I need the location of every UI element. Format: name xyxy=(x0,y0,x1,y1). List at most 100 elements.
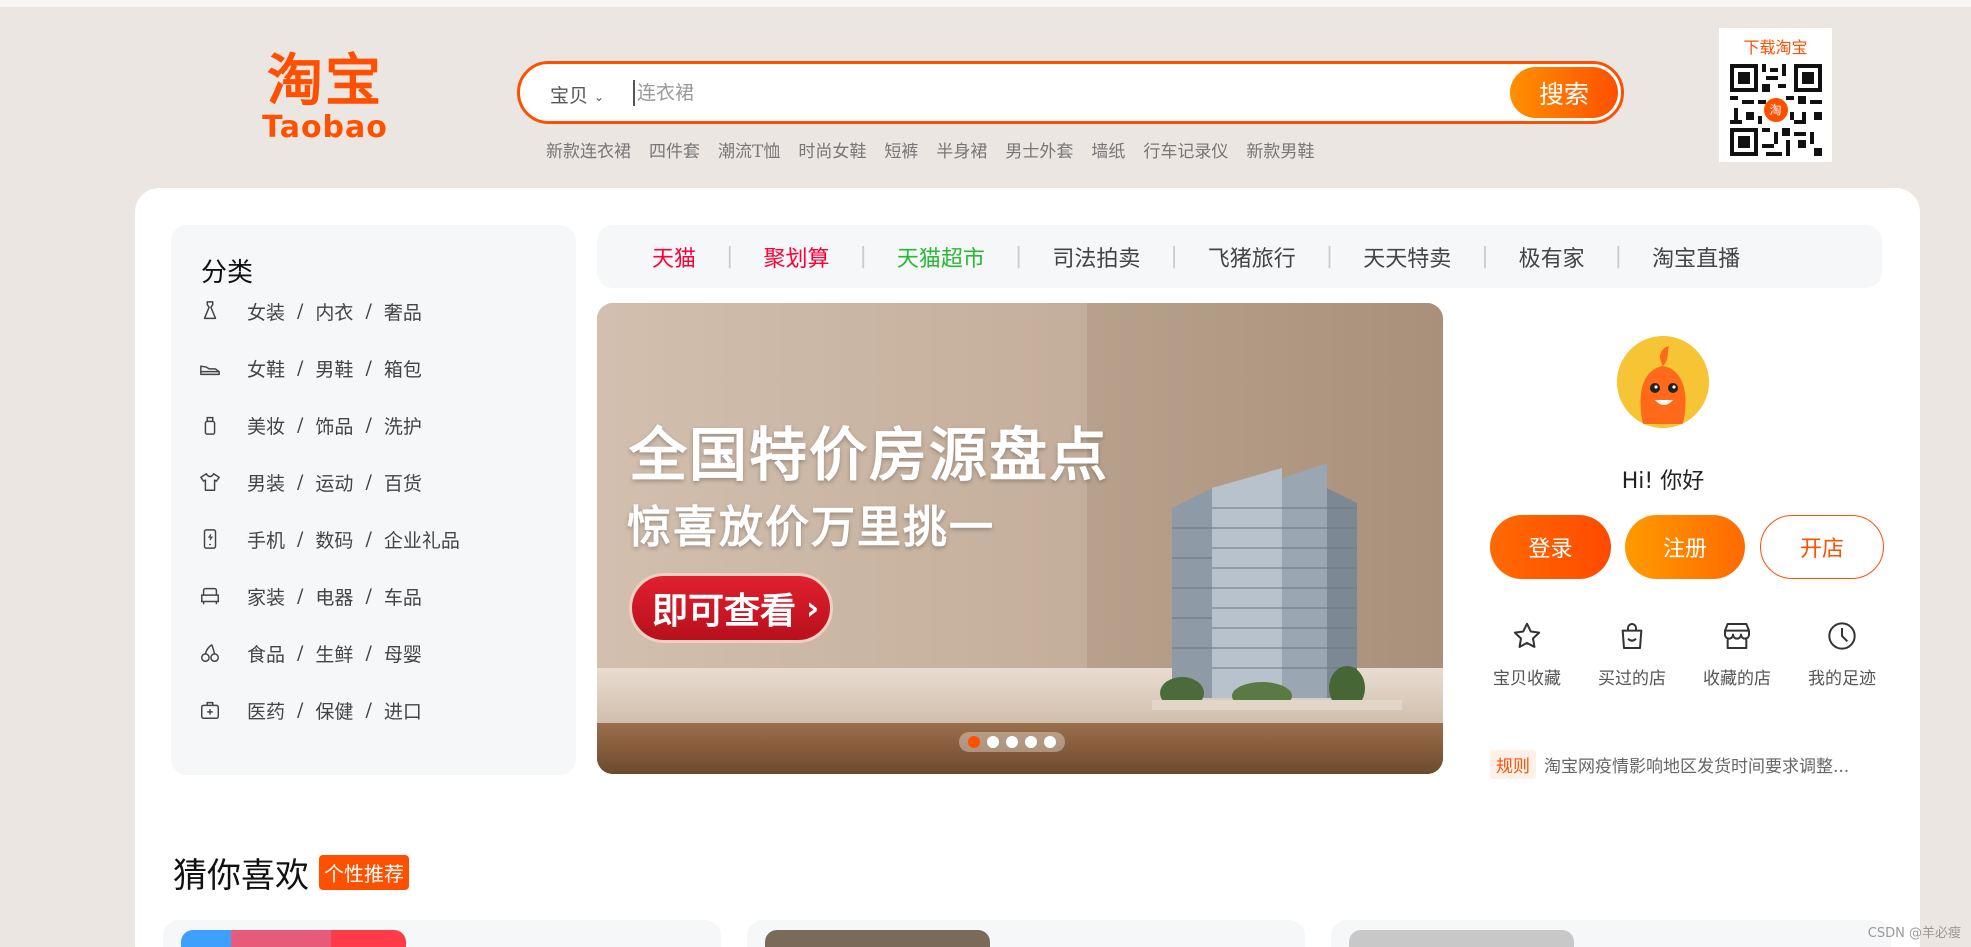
category-link[interactable]: 生鲜 xyxy=(315,640,353,667)
search-category-select[interactable]: 宝贝 ⌄ xyxy=(550,81,604,108)
quick-link-fav-shops[interactable]: 收藏的店 xyxy=(1687,620,1787,689)
banner-subline: 惊喜放价万里挑一 xyxy=(627,502,995,553)
nav-item-fliggy[interactable]: 飞猪旅行 xyxy=(1208,241,1296,273)
carousel-dot[interactable] xyxy=(1024,736,1037,748)
category-link[interactable]: 女鞋 xyxy=(247,355,285,382)
recommend-card[interactable] xyxy=(747,920,1305,947)
category-row: 食品 / 生鲜 / 母婴 xyxy=(199,638,422,668)
text-cursor xyxy=(633,80,635,106)
banner-cta-label: 即可查看 xyxy=(652,591,797,632)
register-button[interactable]: 注册 xyxy=(1625,515,1745,579)
nav-item-judicial-auction[interactable]: 司法拍卖 xyxy=(1052,241,1140,273)
recommend-card[interactable] xyxy=(163,920,721,947)
banner-headline: 全国特价房源盘点 xyxy=(629,421,1110,489)
hot-word[interactable]: 墙纸 xyxy=(1091,137,1125,162)
category-link[interactable]: 电器 xyxy=(315,583,353,610)
category-link[interactable]: 家装 xyxy=(247,583,285,610)
category-link[interactable]: 男鞋 xyxy=(315,355,353,382)
category-title: 分类 xyxy=(201,258,254,288)
category-link[interactable]: 手机 xyxy=(247,526,285,553)
hot-word[interactable]: 新款男鞋 xyxy=(1246,137,1314,162)
hot-word[interactable]: 时尚女鞋 xyxy=(798,137,866,162)
category-link[interactable]: 保健 xyxy=(315,697,353,724)
quick-link-label: 收藏的店 xyxy=(1703,669,1771,689)
category-link[interactable]: 饰品 xyxy=(315,412,353,439)
nav-item-taobao-live[interactable]: 淘宝直播 xyxy=(1652,241,1740,273)
promo-banner[interactable]: 全国特价房源盘点 惊喜放价万里挑一 即可查看 › xyxy=(597,303,1443,774)
product-thumbnail xyxy=(765,930,990,947)
login-button[interactable]: 登录 xyxy=(1490,515,1611,579)
category-row: 医药 / 保健 / 进口 xyxy=(199,695,422,725)
taobao-logo[interactable]: 淘宝 Taobao xyxy=(255,52,395,144)
download-title: 下载淘宝 xyxy=(1743,38,1808,57)
category-row: 男装 / 运动 / 百货 xyxy=(199,467,422,497)
category-link[interactable]: 车品 xyxy=(384,583,422,610)
category-link[interactable]: 奢品 xyxy=(384,298,422,325)
open-shop-button[interactable]: 开店 xyxy=(1760,515,1884,579)
avatar[interactable] xyxy=(1617,336,1709,428)
category-link[interactable]: 洗护 xyxy=(384,412,422,439)
category-link[interactable]: 女装 xyxy=(247,298,285,325)
category-link[interactable]: 食品 xyxy=(247,640,285,667)
search-category-label: 宝贝 xyxy=(550,85,589,107)
greeting: Hi! 你好 xyxy=(1621,469,1705,494)
category-link[interactable]: 美妆 xyxy=(247,412,285,439)
cosmetics-icon xyxy=(204,416,216,435)
category-row: 美妆 / 饰品 / 洗护 xyxy=(199,410,422,440)
notice-item[interactable]: 规则 淘宝网疫情影响地区发货时间要求调整... xyxy=(1490,750,1849,779)
top-strip xyxy=(0,0,1971,7)
carousel-dot[interactable] xyxy=(987,736,1000,748)
nav-item-juhuasuan[interactable]: 聚划算 xyxy=(763,241,829,273)
logo-cn: 淘宝 xyxy=(267,49,383,114)
user-panel: Hi! 你好 登录 注册 开店 宝贝收藏 买过的店 收藏的店 我的足迹 规则 淘… xyxy=(1455,303,1885,779)
notice-text: 淘宝网疫情影响地区发货时间要求调整... xyxy=(1544,757,1850,777)
download-app-qr[interactable]: 下载淘宝 淘 xyxy=(1719,28,1832,162)
quick-link-footprints[interactable]: 我的足迹 xyxy=(1792,620,1892,689)
category-link[interactable]: 箱包 xyxy=(384,355,422,382)
quick-link-favorites[interactable]: 宝贝收藏 xyxy=(1477,620,1577,689)
category-link[interactable]: 母婴 xyxy=(384,640,422,667)
channel-nav: 天猫 | 聚划算 | 天猫超市 | 司法拍卖 | 飞猪旅行 | 天天特卖 | 极有家 | 淘宝… xyxy=(597,225,1882,288)
cherry-icon xyxy=(201,644,219,662)
category-link[interactable]: 内衣 xyxy=(315,298,353,325)
category-row: 女鞋 / 男鞋 / 箱包 xyxy=(199,353,422,383)
category-link[interactable]: 运动 xyxy=(315,469,353,496)
hot-word[interactable]: 半身裙 xyxy=(936,137,987,162)
star-icon xyxy=(1513,622,1541,648)
carousel-dot[interactable] xyxy=(968,736,981,748)
hot-word[interactable]: 行车记录仪 xyxy=(1143,137,1228,162)
search-input[interactable] xyxy=(637,76,1497,110)
category-link[interactable]: 企业礼品 xyxy=(384,526,460,553)
banner-cta-button[interactable]: 即可查看 › xyxy=(629,573,833,643)
nav-item-tmall[interactable]: 天猫 xyxy=(652,241,696,273)
carousel-dot[interactable] xyxy=(1043,736,1056,748)
quick-link-bought-shops[interactable]: 买过的店 xyxy=(1582,620,1682,689)
hot-word[interactable]: 四件套 xyxy=(649,137,700,162)
category-link[interactable]: 医药 xyxy=(247,697,285,724)
nav-item-daily-deals[interactable]: 天天特卖 xyxy=(1363,241,1451,273)
search-button[interactable]: 搜索 xyxy=(1510,67,1618,118)
hot-word[interactable]: 短裤 xyxy=(884,137,918,162)
quick-link-label: 买过的店 xyxy=(1598,669,1666,689)
qr-code-icon: 淘 xyxy=(1729,64,1822,156)
category-link[interactable]: 进口 xyxy=(384,697,422,724)
category-link[interactable]: 数码 xyxy=(315,526,353,553)
nav-item-tmall-supermarket[interactable]: 天猫超市 xyxy=(897,241,985,273)
hot-word[interactable]: 新款连衣裙 xyxy=(546,137,631,162)
category-link[interactable]: 百货 xyxy=(384,469,422,496)
hot-word[interactable]: 潮流T恤 xyxy=(718,137,780,162)
building-image xyxy=(1152,463,1402,710)
mascot-icon xyxy=(1617,336,1709,428)
shoe-icon xyxy=(200,365,220,376)
phone-icon xyxy=(203,529,217,549)
hot-word[interactable]: 男士外套 xyxy=(1005,137,1073,162)
chevron-right-icon: › xyxy=(806,589,820,627)
medkit-icon xyxy=(201,701,219,719)
nav-item-jiyoujia[interactable]: 极有家 xyxy=(1519,241,1585,273)
hot-search-words: 新款连衣裙 四件套 潮流T恤 时尚女鞋 短裤 半身裙 男士外套 墙纸 行车记录仪… xyxy=(546,137,1314,162)
carousel-dot[interactable] xyxy=(1005,736,1018,748)
watermark: CSDN @羊必瘦 xyxy=(1867,926,1961,941)
recommend-card[interactable] xyxy=(1331,920,1891,947)
category-link[interactable]: 男装 xyxy=(247,469,285,496)
search-bar: 宝贝 ⌄ 搜索 xyxy=(517,61,1624,124)
